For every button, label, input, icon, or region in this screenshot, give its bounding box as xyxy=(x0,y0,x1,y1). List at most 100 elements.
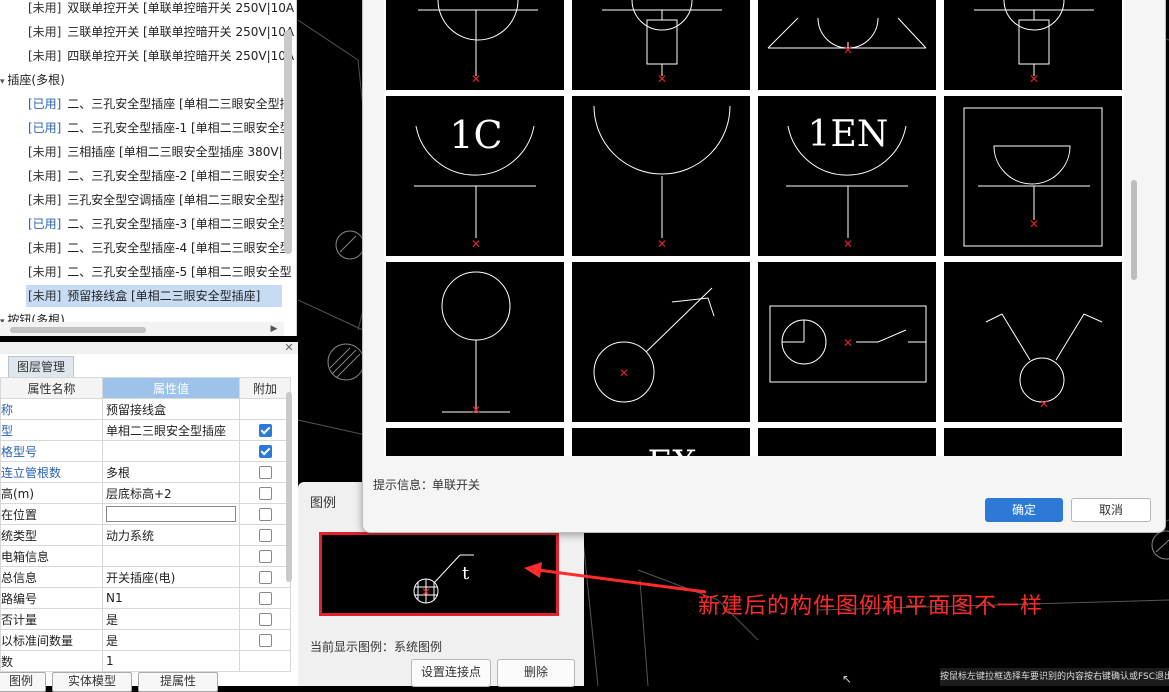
tree-item[interactable]: [未用] 预留接线盒 [单相二三眼安全型插座] xyxy=(26,285,282,307)
property-extra[interactable] xyxy=(239,650,291,672)
symbol-cell[interactable]: ✕ xyxy=(944,262,1122,422)
extra-checkbox[interactable] xyxy=(258,424,272,437)
property-value[interactable]: 多根 xyxy=(102,461,240,483)
property-row[interactable]: 规格型号 xyxy=(0,440,291,462)
extract-property-button[interactable]: 提属性 xyxy=(138,672,218,692)
property-value-input[interactable] xyxy=(106,506,236,522)
property-row[interactable]: 乘以标准间数量是 xyxy=(0,629,291,651)
property-row[interactable]: 配电箱信息 xyxy=(0,545,291,567)
tree-vertical-scrollbar[interactable] xyxy=(284,30,292,254)
property-extra[interactable] xyxy=(239,566,291,588)
svg-text:✕: ✕ xyxy=(471,237,481,251)
symbol-cell[interactable] xyxy=(758,428,936,456)
tree-item[interactable]: [未用] 二、三孔安全型插座-2 [单相二三眼安全型 xyxy=(0,165,292,187)
property-value[interactable] xyxy=(102,545,240,567)
symbol-cell[interactable]: ✕ xyxy=(758,262,936,422)
legend-button[interactable]: 图例 xyxy=(0,672,46,692)
symbol-grid[interactable]: ✕ ✕ ✕ ✕ 1C ✕ ✕ 1EN ✕ ✕ ✕ ✕ ✕ ✕ xyxy=(384,0,1124,456)
property-extra[interactable] xyxy=(239,440,291,462)
extra-checkbox[interactable] xyxy=(258,487,272,500)
extra-checkbox[interactable] xyxy=(258,508,272,521)
extra-checkbox[interactable] xyxy=(258,445,272,458)
property-value[interactable]: N1 xyxy=(102,587,240,609)
symbol-cell[interactable]: ✕ xyxy=(386,262,564,422)
symbol-cell-1c[interactable]: 1C ✕ xyxy=(386,96,564,256)
symbol-cell[interactable]: ✕ xyxy=(572,96,750,256)
tree-item[interactable]: [未用] 二、三孔安全型插座-4 [单相二三眼安全型 xyxy=(0,237,292,259)
property-row[interactable]: 回路编号N1 xyxy=(0,587,291,609)
symbol-grid-scrollbar[interactable] xyxy=(1131,180,1137,280)
tree-item[interactable]: [未用] 三孔安全型空调插座 [单相二三眼安全型插 xyxy=(0,189,292,211)
property-row[interactable]: 名称预留接线盒 xyxy=(0,398,291,420)
property-value[interactable] xyxy=(102,503,240,525)
property-value[interactable]: 是 xyxy=(102,608,240,630)
set-connection-point-button[interactable]: 设置连接点 xyxy=(411,659,491,687)
close-icon[interactable]: ✕ xyxy=(282,341,296,355)
symbol-cell[interactable] xyxy=(944,428,1122,456)
property-vertical-scrollbar[interactable] xyxy=(286,392,292,582)
property-value[interactable]: 预留接线盒 xyxy=(102,398,240,420)
component-tree[interactable]: [未用] 双联单控开关 [单联单控暗开关 250V|10A [未用] 三联单控开关… xyxy=(0,0,297,336)
symbol-cell-1en[interactable]: 1EN ✕ xyxy=(758,96,936,256)
property-row[interactable]: 汇总信息开关插座(电) xyxy=(0,566,291,588)
extra-checkbox[interactable] xyxy=(258,466,272,479)
property-extra[interactable] xyxy=(239,482,291,504)
extra-checkbox[interactable] xyxy=(258,571,272,584)
symbol-cell[interactable]: ✕ xyxy=(572,0,750,90)
property-row[interactable]: 可连立管根数多根 xyxy=(0,461,291,483)
property-value[interactable]: 开关插座(电) xyxy=(102,566,240,588)
tree-horizontal-scrollbar[interactable] xyxy=(10,327,146,333)
ok-button[interactable]: 确定 xyxy=(985,498,1063,522)
property-row[interactable]: 标高(m)层底标高+2 xyxy=(0,482,291,504)
tree-item[interactable]: [未用] 四联单控开关 [单联单控暗开关 250V|10A xyxy=(0,45,294,67)
property-row[interactable]: 是否计量是 xyxy=(0,608,291,630)
property-value[interactable]: 动力系统 xyxy=(102,524,240,546)
extra-checkbox[interactable] xyxy=(258,634,272,647)
tree-item[interactable]: [未用] 三联单控开关 [单联单控暗开关 250V|10A xyxy=(0,21,294,43)
tree-item[interactable]: [已用] 二、三孔安全型插座-3 [单相二三眼安全型 xyxy=(0,213,292,235)
svg-text:✕: ✕ xyxy=(843,336,853,350)
extra-checkbox[interactable] xyxy=(258,550,272,563)
symbol-cell[interactable] xyxy=(386,428,564,456)
tree-item[interactable]: [未用] 二、三孔安全型插座-5 [单相二三眼安全型 xyxy=(0,261,292,283)
tree-item[interactable]: [已用] 二、三孔安全型插座 [单相二三眼安全型插 xyxy=(0,93,292,115)
property-value[interactable]: 是 xyxy=(102,629,240,651)
property-extra[interactable] xyxy=(239,608,291,630)
extra-checkbox[interactable] xyxy=(258,529,272,542)
extra-checkbox[interactable] xyxy=(258,592,272,605)
tab-layer-management[interactable]: 图层管理 xyxy=(8,356,74,378)
tree-item[interactable]: [未用] 双联单控开关 [单联单控暗开关 250V|10A xyxy=(0,0,294,19)
tree-item[interactable]: [未用] 三相插座 [单相二三眼安全型插座 380V|1 xyxy=(0,141,290,163)
property-extra[interactable] xyxy=(239,419,291,441)
property-extra[interactable] xyxy=(239,524,291,546)
property-row[interactable]: 所在位置 xyxy=(0,503,291,525)
property-row[interactable]: 类型单相二三眼安全型插座 xyxy=(0,419,291,441)
tree-item[interactable]: [已用] 二、三孔安全型插座-1 [单相二三眼安全型 xyxy=(0,117,292,139)
property-row[interactable]: 倍数1 xyxy=(0,650,291,672)
property-extra[interactable] xyxy=(239,398,291,420)
property-extra[interactable] xyxy=(239,461,291,483)
property-extra[interactable] xyxy=(239,629,291,651)
property-extra[interactable] xyxy=(239,545,291,567)
property-row[interactable]: 系统类型动力系统 xyxy=(0,524,291,546)
cancel-button[interactable]: 取消 xyxy=(1071,498,1151,522)
tree-group[interactable]: ▾ 插座(多根) xyxy=(0,69,65,91)
symbol-cell-ex[interactable]: EX xyxy=(572,428,750,456)
property-extra[interactable] xyxy=(239,587,291,609)
extra-checkbox[interactable] xyxy=(258,613,272,626)
symbol-cell[interactable]: ✕ xyxy=(758,0,936,90)
property-extra[interactable] xyxy=(239,503,291,525)
property-value[interactable]: 单相二三眼安全型插座 xyxy=(102,419,240,441)
symbol-cell[interactable]: ✕ xyxy=(572,262,750,422)
entity-model-button[interactable]: 实体模型 xyxy=(52,672,132,692)
symbol-cell[interactable]: ✕ xyxy=(944,96,1122,256)
property-value[interactable]: 1 xyxy=(102,650,240,672)
delete-button[interactable]: 删除 xyxy=(497,659,575,687)
scroll-right-icon[interactable]: ▶ xyxy=(268,322,280,336)
property-value[interactable]: 层底标高+2 xyxy=(102,482,240,504)
svg-text:✕: ✕ xyxy=(471,403,481,417)
symbol-cell[interactable]: ✕ xyxy=(944,0,1122,90)
property-value[interactable] xyxy=(102,440,240,462)
symbol-cell[interactable]: ✕ xyxy=(386,0,564,90)
legend-title: 图例 xyxy=(310,496,337,511)
